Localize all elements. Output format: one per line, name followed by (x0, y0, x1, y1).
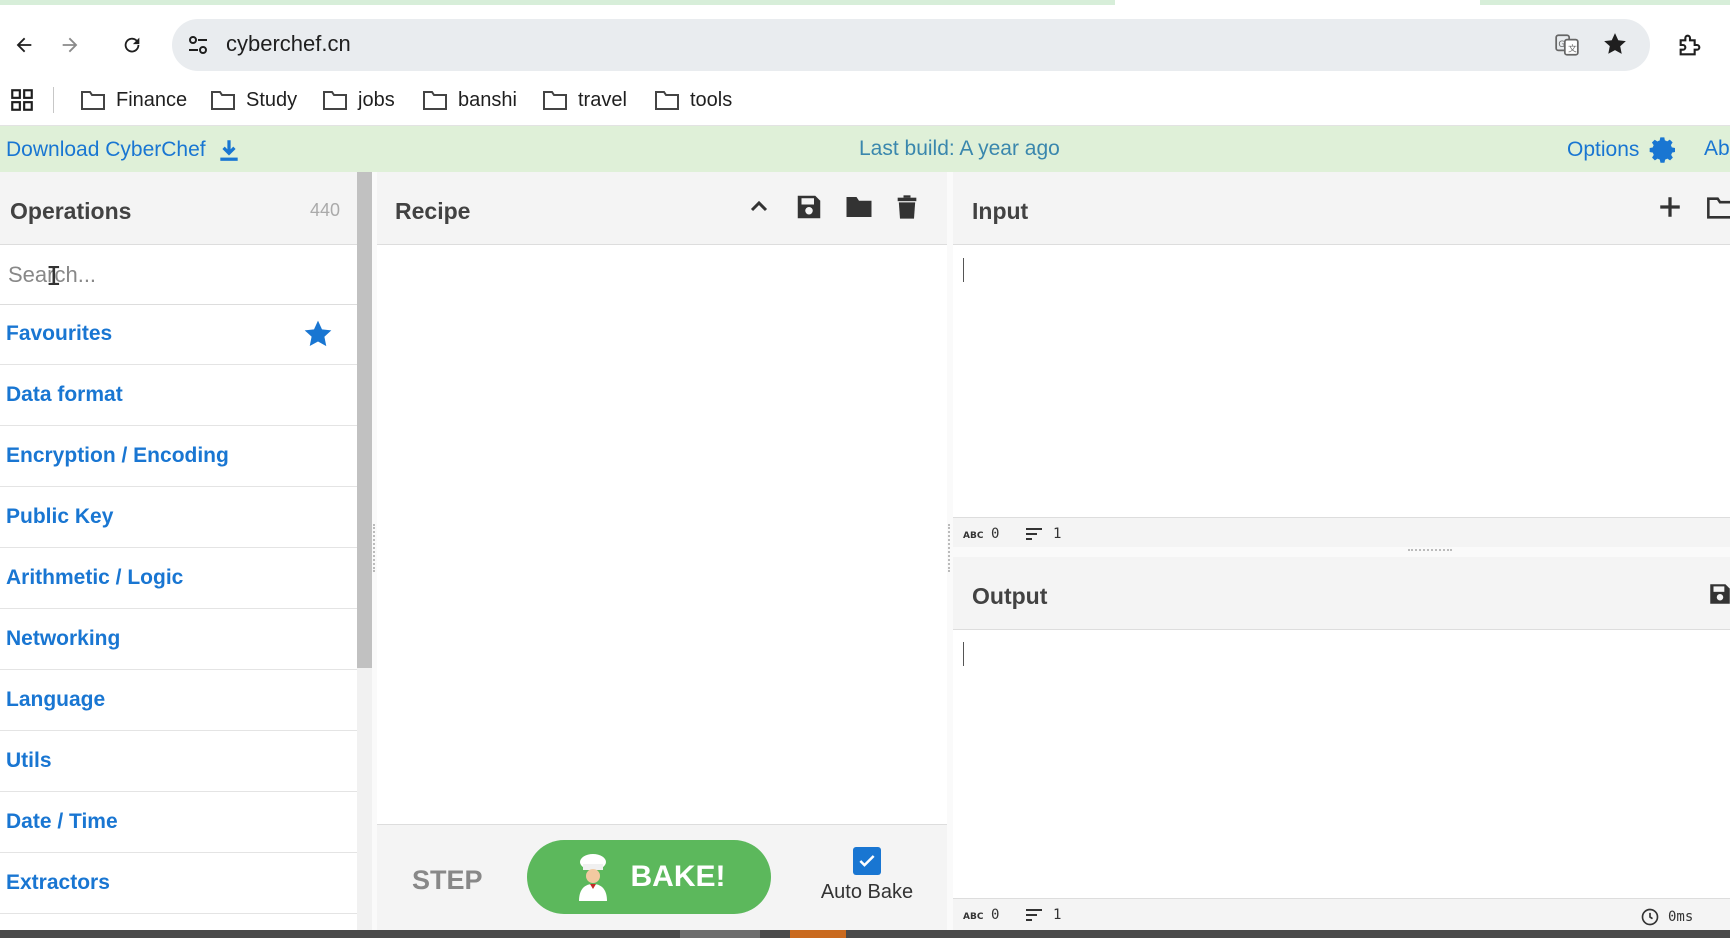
folder-icon (81, 91, 105, 110)
extensions-puzzle-icon[interactable] (1676, 31, 1704, 59)
recipe-title: Recipe (395, 198, 471, 224)
io-horizontal-gutter[interactable] (953, 547, 1730, 557)
save-output-icon[interactable] (1707, 579, 1730, 609)
bookmark-folder-banshi[interactable]: banshi (422, 85, 517, 115)
browser-toolbar: cyberchef.cn G文 (0, 5, 1730, 77)
input-header: Input (953, 172, 1730, 245)
category-favourites[interactable]: Favourites (0, 304, 357, 365)
chef-icon (578, 854, 607, 901)
svg-text:ABC: ABC (963, 531, 983, 540)
save-icon[interactable] (794, 192, 824, 222)
output-length: 0 (991, 907, 1000, 923)
bookmark-star-icon[interactable] (1602, 31, 1628, 57)
download-cyberchef-link[interactable]: Download CyberChef (6, 137, 242, 163)
category-extractors[interactable]: Extractors (0, 853, 357, 914)
download-icon (219, 140, 238, 161)
folder-open-icon[interactable] (843, 192, 875, 222)
operations-title: Operations (10, 198, 132, 224)
forward-button[interactable] (50, 25, 90, 65)
operations-search (0, 244, 357, 305)
apps-grid-icon[interactable] (9, 87, 35, 113)
operations-panel: Operations 440 Favourites Data format En… (0, 172, 358, 930)
folder-icon (323, 91, 347, 110)
back-button[interactable] (4, 25, 44, 65)
bookmark-folder-jobs[interactable]: jobs (322, 85, 395, 115)
recipe-header: Recipe (377, 172, 947, 245)
bookmark-folder-study[interactable]: Study (210, 85, 297, 115)
recipe-panel: Recipe STEP BAKE! Auto Bake (377, 172, 948, 931)
clock-icon (1641, 908, 1659, 926)
add-tab-plus-icon[interactable] (1657, 194, 1683, 220)
cyberchef-banner: Download CyberChef Last build: A year ag… (0, 126, 1730, 172)
bookmarks-bar: Finance Study jobs banshi travel tools (0, 77, 1730, 126)
svg-text:G: G (1558, 40, 1565, 50)
taskbar-strip (0, 930, 1730, 938)
category-date-time[interactable]: Date / Time (0, 792, 357, 853)
options-link[interactable]: Options (1567, 134, 1679, 166)
category-encryption-encoding[interactable]: Encryption / Encoding (0, 426, 357, 487)
open-folder-icon[interactable] (1705, 194, 1730, 222)
abc-length-icon: ABC (963, 531, 983, 540)
last-build-text: Last build: A year ago (859, 137, 1060, 160)
bookmark-folder-finance[interactable]: Finance (80, 85, 187, 115)
operations-count: 440 (310, 200, 341, 220)
operations-header: Operations 440 (0, 172, 357, 245)
translate-icon[interactable]: G文 (1554, 32, 1580, 58)
output-lines: 1 (1053, 907, 1062, 923)
operations-scrollbar[interactable] (357, 172, 372, 668)
category-utils[interactable]: Utils (0, 731, 357, 792)
output-time: 0ms (1668, 909, 1694, 925)
folder-icon (211, 91, 235, 110)
folder-icon (543, 91, 567, 110)
url-text[interactable]: cyberchef.cn (226, 31, 351, 57)
abc-length-icon: ABC (963, 912, 983, 921)
bookmarks-separator (53, 87, 54, 113)
bake-button[interactable]: BAKE! (527, 840, 771, 914)
category-data-format[interactable]: Data format (0, 365, 357, 426)
back-arrow-icon (16, 37, 32, 53)
category-networking[interactable]: Networking (0, 609, 357, 670)
checkbox-checked-icon[interactable] (853, 847, 881, 875)
input-length: 0 (991, 526, 1000, 542)
output-header: Output (953, 557, 1730, 630)
lines-icon (1026, 528, 1042, 540)
output-status-bar: ABC 0 1 0ms (953, 898, 1730, 931)
bookmark-folder-travel[interactable]: travel (542, 85, 627, 115)
search-input[interactable] (6, 258, 350, 292)
bake-controls: STEP BAKE! Auto Bake (377, 824, 947, 931)
svg-text:文: 文 (1568, 43, 1577, 55)
input-text-caret[interactable] (963, 258, 964, 282)
io-panel: Input ABC 0 1 Output ABC 0 1 0ms (953, 172, 1730, 931)
gear-icon (1650, 137, 1676, 163)
chevron-up-icon[interactable] (747, 192, 771, 222)
lines-icon (1026, 909, 1042, 921)
output-text-caret[interactable] (963, 642, 964, 666)
category-language[interactable]: Language (0, 670, 357, 731)
folder-icon (423, 91, 447, 110)
input-status-bar: ABC 0 1 (953, 517, 1730, 550)
step-button[interactable]: STEP (412, 865, 483, 896)
input-lines: 1 (1053, 526, 1062, 542)
reload-button[interactable] (112, 25, 152, 65)
auto-bake-toggle[interactable]: Auto Bake (817, 847, 917, 904)
category-public-key[interactable]: Public Key (0, 487, 357, 548)
svg-text:ABC: ABC (963, 912, 983, 921)
folder-icon (655, 91, 679, 110)
address-bar[interactable]: cyberchef.cn G文 (172, 19, 1650, 71)
input-title: Input (972, 198, 1029, 224)
forward-arrow-icon (62, 37, 78, 53)
bookmark-folder-tools[interactable]: tools (654, 85, 732, 115)
output-title: Output (972, 583, 1048, 609)
star-icon (304, 320, 332, 347)
trash-icon[interactable] (893, 192, 921, 222)
about-link[interactable]: Ab (1704, 137, 1730, 161)
reload-icon (124, 37, 140, 53)
category-arithmetic-logic[interactable]: Arithmetic / Logic (0, 548, 357, 609)
site-info-icon (189, 36, 207, 54)
